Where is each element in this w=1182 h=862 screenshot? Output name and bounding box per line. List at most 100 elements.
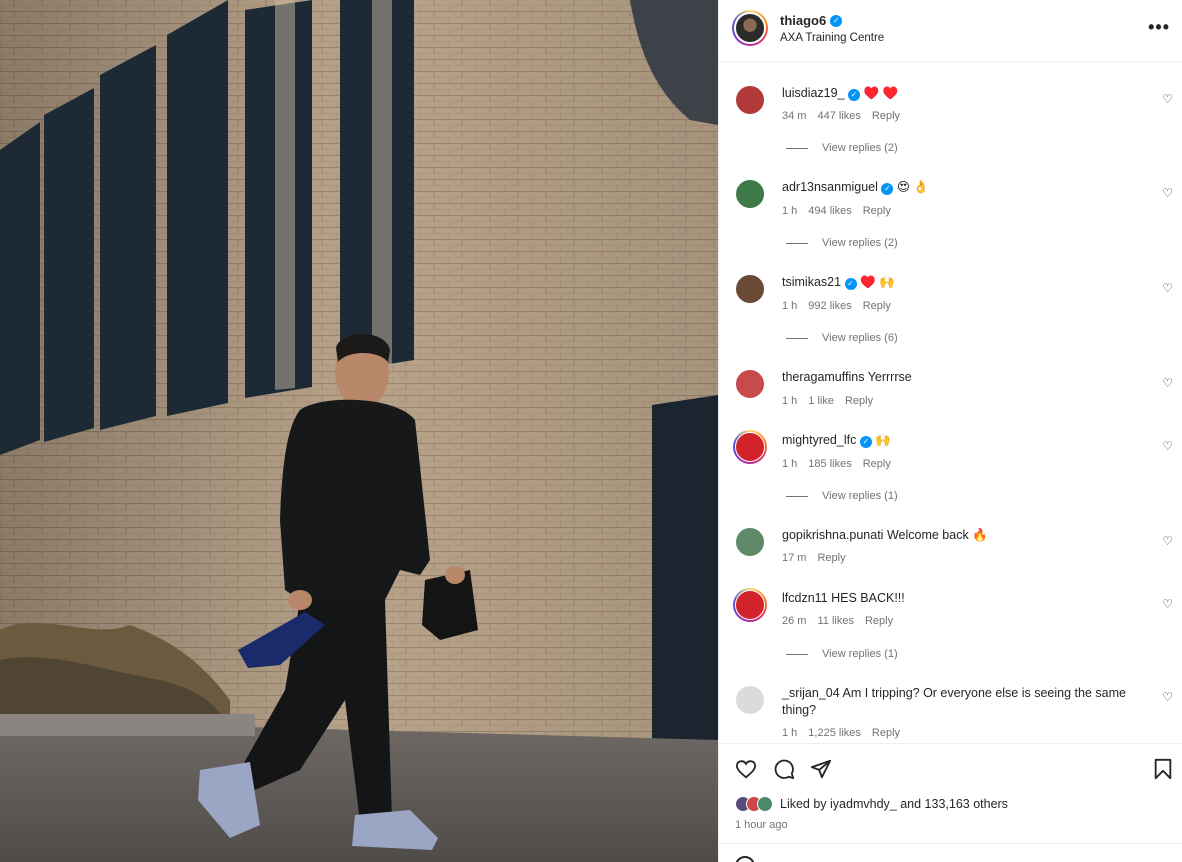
like-comment-heart-icon[interactable]: ♡: [1162, 92, 1173, 106]
comment-text: HES BACK!!!: [831, 591, 905, 605]
view-replies-button[interactable]: View replies (6): [786, 332, 898, 344]
view-replies-button[interactable]: View replies (1): [786, 648, 898, 660]
comment-text: ♥️ 🙌: [860, 275, 895, 289]
commenter-username[interactable]: adr13nsanmiguel: [782, 180, 878, 194]
comment-text: 😍 👌: [896, 180, 929, 194]
commenter-avatar[interactable]: [735, 527, 765, 557]
comment-meta: 1 h 185 likes Reply: [782, 458, 891, 470]
comment-likes[interactable]: 1 like: [808, 395, 834, 407]
comment-likes[interactable]: 992 likes: [808, 300, 851, 312]
comment-time[interactable]: 1 h: [782, 395, 797, 407]
like-comment-heart-icon[interactable]: ♡: [1162, 534, 1173, 548]
commenter-username[interactable]: tsimikas21: [782, 275, 841, 289]
comment-content: mightyred_lfc ✓ 🙌: [782, 432, 1152, 449]
reply-button[interactable]: Reply: [863, 300, 891, 312]
comment-likes[interactable]: 1,225 likes: [808, 727, 861, 739]
reply-button[interactable]: Reply: [863, 205, 891, 217]
comment-content: tsimikas21 ✓ ♥️ 🙌: [782, 274, 1152, 291]
add-comment-bar[interactable]: [719, 843, 1182, 862]
reply-button[interactable]: Reply: [845, 395, 873, 407]
more-options-button[interactable]: •••: [1148, 18, 1170, 36]
comment-content: adr13nsanmiguel ✓ 😍 👌: [782, 179, 1152, 196]
reply-button[interactable]: Reply: [865, 615, 893, 627]
comment-time[interactable]: 1 h: [782, 727, 797, 739]
like-comment-heart-icon[interactable]: ♡: [1162, 439, 1173, 453]
verified-icon: ✓: [830, 14, 843, 27]
commenter-avatar[interactable]: [733, 588, 767, 622]
comment-meta: 26 m 11 likes Reply: [782, 615, 893, 627]
reply-button[interactable]: Reply: [872, 110, 900, 122]
author-username[interactable]: thiago6: [780, 13, 826, 28]
commenter-username[interactable]: theragamuffins: [782, 370, 864, 384]
commenter-avatar[interactable]: [735, 685, 765, 715]
photo-illustration: [0, 0, 718, 862]
liked-by-user[interactable]: iyadmvhdy_: [830, 797, 897, 811]
comments-list[interactable]: luisdiaz19_ ✓ ♥️ ♥️ 34 m 447 likes Reply…: [719, 63, 1182, 743]
comment-time[interactable]: 17 m: [782, 552, 806, 564]
verified-icon: ✓: [859, 436, 872, 448]
save-bookmark-icon[interactable]: [1153, 758, 1173, 780]
post-header: thiago6 ✓ AXA Training Centre •••: [719, 0, 1182, 62]
like-comment-heart-icon[interactable]: ♡: [1162, 186, 1173, 200]
view-replies-label: View replies (2): [822, 142, 898, 154]
like-comment-heart-icon[interactable]: ♡: [1162, 376, 1173, 390]
comment-time[interactable]: 1 h: [782, 458, 797, 470]
comment-bubble-icon[interactable]: [773, 758, 795, 780]
like-heart-icon[interactable]: [735, 758, 757, 780]
post-photo: [0, 0, 718, 862]
emoji-icon[interactable]: [735, 856, 755, 862]
view-replies-label: View replies (2): [822, 237, 898, 249]
comment-likes[interactable]: 11 likes: [817, 615, 853, 627]
verified-icon: ✓: [881, 183, 894, 195]
comment-likes[interactable]: 447 likes: [817, 110, 860, 122]
reply-button[interactable]: Reply: [872, 727, 900, 739]
post-location[interactable]: AXA Training Centre: [780, 32, 884, 44]
comment-content: luisdiaz19_ ✓ ♥️ ♥️: [782, 85, 1152, 102]
commenter-avatar[interactable]: [733, 430, 767, 464]
comment-time[interactable]: 34 m: [782, 110, 806, 122]
like-comment-heart-icon[interactable]: ♡: [1162, 281, 1173, 295]
liker-avatar[interactable]: [757, 796, 773, 812]
reply-button[interactable]: Reply: [817, 552, 845, 564]
like-comment-heart-icon[interactable]: ♡: [1162, 690, 1173, 704]
like-comment-heart-icon[interactable]: ♡: [1162, 597, 1173, 611]
commenter-username[interactable]: mightyred_lfc: [782, 433, 856, 447]
view-replies-button[interactable]: View replies (2): [786, 142, 898, 154]
liked-by-others[interactable]: and 133,163 others: [897, 797, 1008, 811]
share-paper-plane-icon[interactable]: [810, 758, 832, 780]
commenter-username[interactable]: lfcdzn11: [782, 591, 828, 605]
comment-time[interactable]: 1 h: [782, 205, 797, 217]
view-replies-button[interactable]: View replies (1): [786, 490, 898, 502]
commenter-avatar[interactable]: [735, 85, 765, 115]
commenter-avatar[interactable]: [735, 179, 765, 209]
commenter-avatar[interactable]: [735, 369, 765, 399]
view-replies-button[interactable]: View replies (2): [786, 237, 898, 249]
comment-meta: 1 h 1,225 likes Reply: [782, 727, 900, 739]
comment-content: theragamuffins Yerrrrse: [782, 369, 1152, 386]
liked-by-row: Liked by iyadmvhdy_ and 133,163 others: [735, 796, 1008, 812]
comment-meta: 1 h 1 like Reply: [782, 395, 873, 407]
commenter-username[interactable]: gopikrishna.punati: [782, 528, 883, 542]
comment-content: lfcdzn11 HES BACK!!!: [782, 590, 1152, 607]
comment-content: _srijan_04 Am I tripping? Or everyone el…: [782, 685, 1152, 719]
commenter-username[interactable]: _srijan_04: [782, 686, 840, 700]
comment-time[interactable]: 1 h: [782, 300, 797, 312]
comment-likes[interactable]: 494 likes: [808, 205, 851, 217]
author-username-row[interactable]: thiago6 ✓: [780, 13, 843, 28]
view-replies-label: View replies (1): [822, 490, 898, 502]
post-timestamp[interactable]: 1 hour ago: [735, 819, 788, 831]
comment-time[interactable]: 26 m: [782, 615, 806, 627]
commenter-avatar[interactable]: [735, 274, 765, 304]
comment-content: gopikrishna.punati Welcome back 🔥: [782, 527, 1152, 544]
verified-icon: ✓: [848, 89, 861, 101]
comment-meta: 17 m Reply: [782, 552, 846, 564]
commenter-username[interactable]: luisdiaz19_: [782, 86, 845, 100]
reply-button[interactable]: Reply: [863, 458, 891, 470]
author-avatar[interactable]: [732, 10, 768, 46]
verified-icon: ✓: [844, 278, 857, 290]
comment-likes[interactable]: 185 likes: [808, 458, 851, 470]
comment-text: Yerrrrse: [867, 370, 912, 384]
post-actions: Liked by iyadmvhdy_ and 133,163 others 1…: [719, 743, 1182, 843]
liked-by-text: Liked by iyadmvhdy_ and 133,163 others: [780, 797, 1008, 811]
comment-text: Welcome back 🔥: [886, 528, 988, 542]
